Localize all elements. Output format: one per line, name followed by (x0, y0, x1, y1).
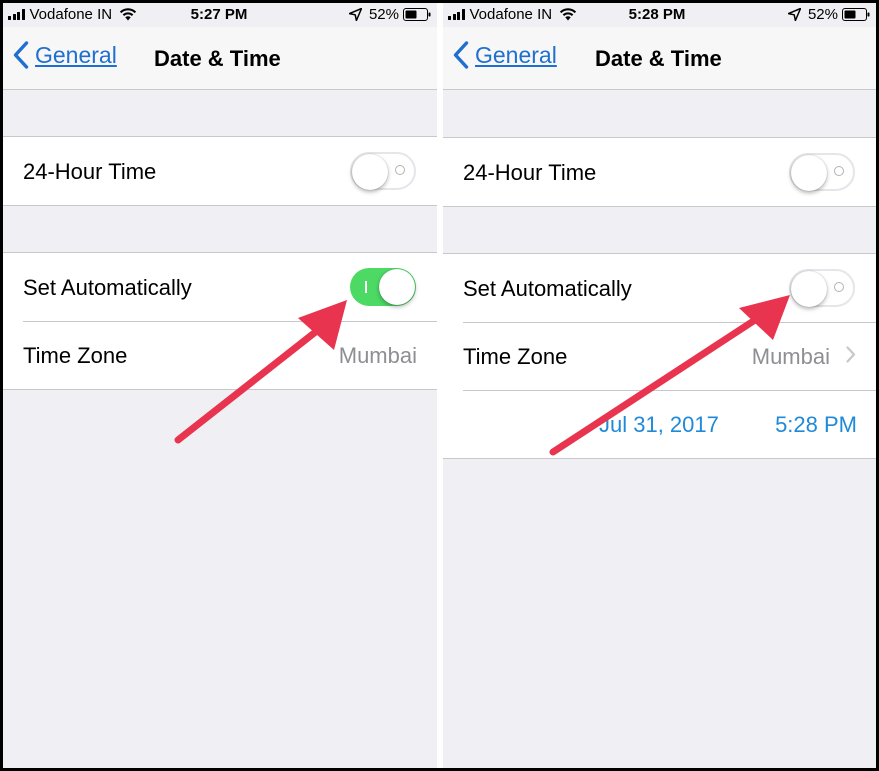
red-arrow-icon (174, 300, 347, 444)
red-arrow-icon (549, 295, 790, 456)
annotation-overlay (174, 295, 790, 456)
